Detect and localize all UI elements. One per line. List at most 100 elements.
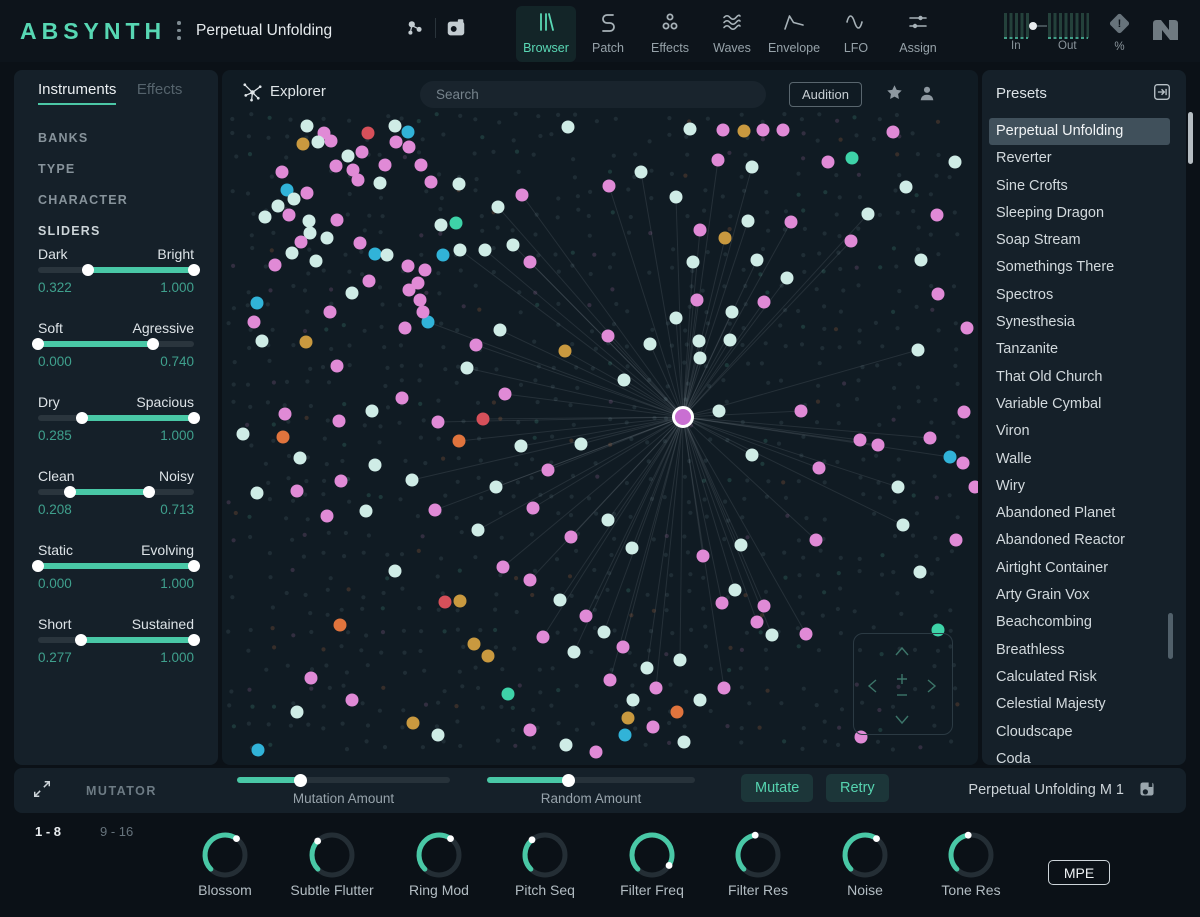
preset-dot[interactable] [697,550,710,563]
preset-dot[interactable] [738,125,751,138]
preset-dot[interactable] [379,159,392,172]
preset-dot[interactable] [590,746,603,759]
tab-browser[interactable]: Browser [516,6,576,62]
preset-dot[interactable] [678,736,691,749]
mutator-slider-track[interactable] [487,777,695,783]
slider-handle-low[interactable] [82,264,94,276]
preset-dot[interactable] [604,674,617,687]
slider-track[interactable] [38,415,194,421]
knob-ring-mod[interactable] [412,828,466,882]
preset-dot[interactable] [716,597,729,610]
preset-dot[interactable] [781,272,794,285]
preset-dot[interactable] [524,574,537,587]
preset-dot[interactable] [390,136,403,149]
preset-dot[interactable] [580,610,593,623]
preset-dot[interactable] [687,256,700,269]
preset-dot[interactable] [454,244,467,257]
preset-dot[interactable] [800,628,813,641]
preset-dot[interactable] [691,294,704,307]
preset-item[interactable]: Sine Crofts [989,173,1170,200]
preset-dot[interactable] [969,481,979,494]
preset-dot[interactable] [374,177,387,190]
slider-track[interactable] [38,489,194,495]
preset-item[interactable]: Synesthesia [989,309,1170,336]
preset-dot[interactable] [335,475,348,488]
preset-dot[interactable] [321,510,334,523]
preset-dot[interactable] [729,584,742,597]
knob-filter-res[interactable] [731,828,785,882]
knob-blossom[interactable] [198,828,252,882]
selected-preset-dot[interactable] [674,408,693,427]
preset-dot[interactable] [310,255,323,268]
audition-button[interactable]: Audition [789,82,862,107]
preset-dot[interactable] [515,440,528,453]
preset-dot[interactable] [603,180,616,193]
preset-dot[interactable] [354,237,367,250]
preset-dot[interactable] [854,434,867,447]
preset-dot[interactable] [312,136,325,149]
preset-dot[interactable] [961,322,974,335]
preset-dot[interactable] [560,739,573,752]
preset-dot[interactable] [602,330,615,343]
preset-dot[interactable] [429,504,442,517]
preset-dot[interactable] [256,335,269,348]
menu-dots-icon[interactable] [177,21,181,40]
tab-patch[interactable]: Patch [578,6,638,62]
preset-dot[interactable] [622,712,635,725]
preset-dot[interactable] [425,176,438,189]
preset-dot[interactable] [479,244,492,257]
preset-dot[interactable] [957,457,970,470]
preset-dot[interactable] [396,392,409,405]
preset-item[interactable]: Airtight Container [989,555,1170,582]
preset-dot[interactable] [432,416,445,429]
preset-dot[interactable] [333,415,346,428]
preset-dot[interactable] [618,374,631,387]
preset-dot[interactable] [251,297,264,310]
snapshot-save-icon[interactable] [445,17,467,39]
preset-dot[interactable] [389,565,402,578]
preset-dot[interactable] [399,322,412,335]
retry-button[interactable]: Retry [826,774,889,802]
preset-item[interactable]: Variable Cymbal [989,391,1170,418]
preset-item[interactable]: Beachcombing [989,609,1170,636]
tab-envelope[interactable]: Envelope [764,6,824,62]
preset-item[interactable]: Celestial Majesty [989,691,1170,718]
preset-dot[interactable] [325,135,338,148]
preset-dot[interactable] [352,174,365,187]
preset-dot[interactable] [846,152,859,165]
mutator-slider-handle[interactable] [294,774,307,787]
preset-dot[interactable] [617,641,630,654]
preset-dot[interactable] [288,193,301,206]
preset-dot[interactable] [432,729,445,742]
preset-dot[interactable] [795,405,808,418]
preset-dot[interactable] [575,438,588,451]
preset-dot[interactable] [810,534,823,547]
preset-dot[interactable] [598,626,611,639]
knob-tone-res[interactable] [944,828,998,882]
preset-dot[interactable] [694,224,707,237]
slider-handle-high[interactable] [188,560,200,572]
preset-dot[interactable] [283,209,296,222]
preset-dot[interactable] [297,138,310,151]
preset-dot[interactable] [502,688,515,701]
preset-dot[interactable] [251,487,264,500]
preset-dot[interactable] [822,156,835,169]
collapse-panel-icon[interactable] [1152,82,1172,107]
preset-dot[interactable] [342,150,355,163]
io-mini-knob[interactable] [1031,25,1047,27]
preset-dot[interactable] [537,631,550,644]
preset-dot[interactable] [259,211,272,224]
preset-dot[interactable] [932,288,945,301]
preset-dot[interactable] [286,247,299,260]
preset-dot[interactable] [647,721,660,734]
preset-item[interactable]: Somethings There [989,254,1170,281]
preset-dot[interactable] [324,306,337,319]
preset-dot[interactable] [482,650,495,663]
preset-dot[interactable] [914,566,927,579]
preset-dot[interactable] [516,189,529,202]
preset-dot[interactable] [650,682,663,695]
slider-handle-low[interactable] [64,486,76,498]
knob-noise[interactable] [838,828,892,882]
preset-dot[interactable] [900,181,913,194]
section-type[interactable]: TYPE [38,154,128,185]
